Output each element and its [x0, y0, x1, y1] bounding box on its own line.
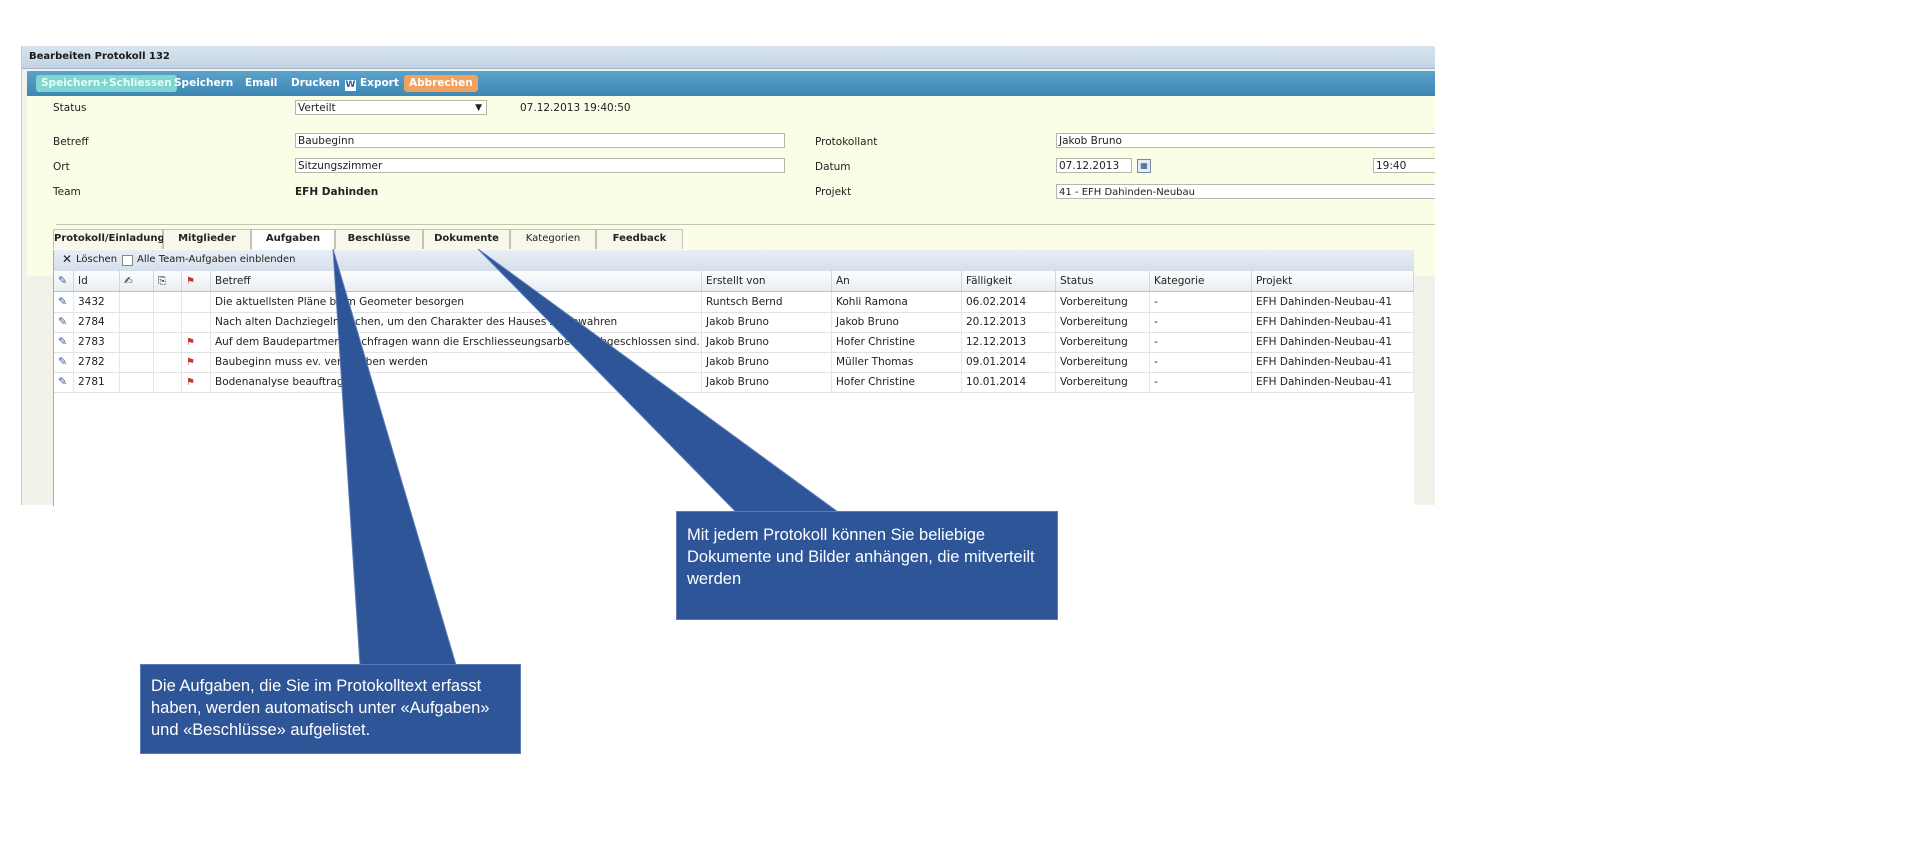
- dokumente-callout: Mit jedem Protokoll können Sie beliebige…: [676, 511, 1058, 620]
- aufgaben-callout: Die Aufgaben, die Sie im Protokolltext e…: [140, 664, 521, 754]
- dokumente-pointer: [477, 248, 840, 513]
- aufgaben-pointer: [332, 248, 457, 666]
